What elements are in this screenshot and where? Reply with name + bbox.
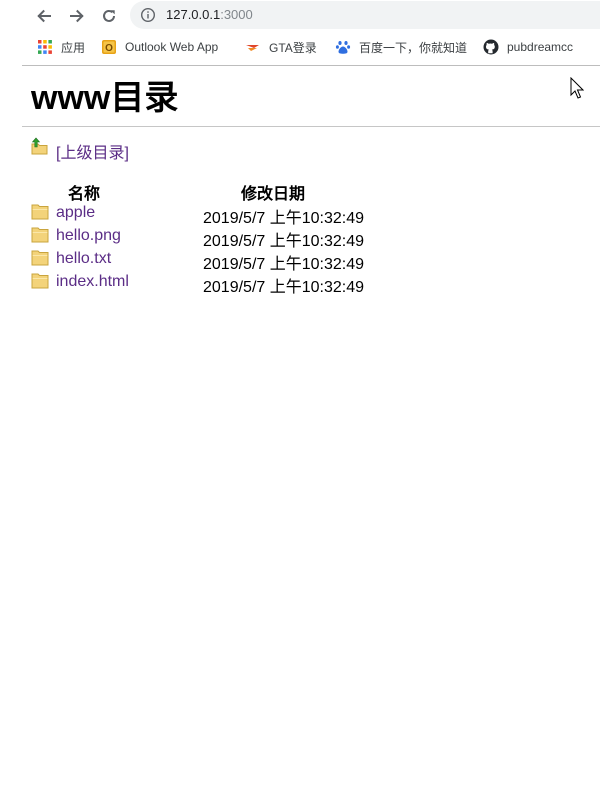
address-bar[interactable]: 127.0.0.1:3000 (130, 1, 600, 29)
browser-chrome: 127.0.0.1:3000 应用 O Outlook Web App GTA登… (0, 0, 600, 66)
bookmark-gta[interactable]: GTA登录 (245, 38, 317, 56)
forward-arrow-icon (70, 9, 84, 23)
title-divider (22, 126, 600, 127)
file-link[interactable]: index.html (56, 273, 129, 291)
file-row: hello.txt 2019/5/7 上午10:32:49 (31, 248, 451, 273)
bookmarks-bar: 应用 O Outlook Web App GTA登录 百度一下，你就知道 pub… (0, 34, 600, 60)
bookmark-label: Outlook Web App (125, 40, 219, 54)
bookmark-apps[interactable]: 应用 (37, 38, 85, 56)
bookmark-label: pubdreamcc (507, 40, 574, 54)
apps-grid-icon (38, 40, 52, 54)
back-arrow-icon (37, 9, 51, 23)
folder-icon (31, 250, 49, 266)
bookmark-baidu[interactable]: 百度一下，你就知道 (335, 38, 467, 56)
bookmark-label: 百度一下，你就知道 (359, 40, 468, 55)
file-link[interactable]: hello.png (56, 227, 121, 245)
file-modified-date: 2019/5/7 上午10:32:49 (203, 279, 365, 296)
page-title: www目录 (31, 79, 179, 117)
url-host: 127.0.0.1 (166, 7, 221, 22)
file-row: hello.png 2019/5/7 上午10:32:49 (31, 225, 451, 250)
folder-icon (31, 273, 49, 289)
column-header-modified[interactable]: 修改日期 (241, 180, 305, 204)
gta-icon (246, 45, 259, 51)
baidu-paw-icon (335, 41, 351, 54)
outlook-icon: O (102, 40, 116, 54)
bookmark-label: 应用 (61, 40, 86, 55)
github-icon (483, 39, 499, 55)
bookmark-label: GTA登录 (269, 40, 317, 55)
column-header-name[interactable]: 名称 (68, 180, 100, 204)
parent-folder-up-icon (31, 137, 48, 155)
mouse-pointer-icon (570, 77, 584, 99)
file-row: index.html 2019/5/7 上午10:32:49 (31, 271, 451, 296)
back-button[interactable] (33, 5, 55, 27)
folder-icon (31, 227, 49, 243)
url-port: :3000 (220, 7, 253, 22)
forward-button[interactable] (66, 5, 88, 27)
folder-icon (31, 204, 49, 220)
file-link[interactable]: apple (56, 204, 95, 222)
url-text[interactable]: 127.0.0.1:3000 (166, 7, 253, 22)
bookmark-github[interactable]: pubdreamcc (483, 38, 573, 56)
bookmark-outlook[interactable]: O Outlook Web App (101, 38, 218, 56)
reload-icon (103, 9, 115, 22)
parent-directory-link[interactable]: [上级目录] (56, 139, 129, 163)
svg-text:O: O (105, 43, 113, 54)
file-link[interactable]: hello.txt (56, 250, 111, 268)
info-icon[interactable] (140, 7, 156, 23)
reload-button[interactable] (98, 5, 120, 27)
file-row: apple 2019/5/7 上午10:32:49 (31, 202, 451, 227)
chrome-divider (22, 65, 600, 66)
